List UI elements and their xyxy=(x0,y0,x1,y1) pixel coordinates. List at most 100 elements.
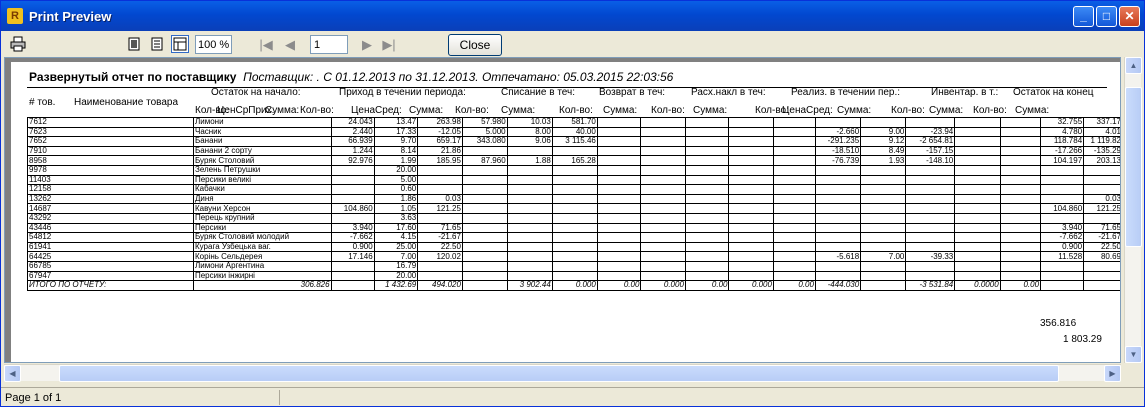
table-cell: -3 531.84 xyxy=(905,280,956,291)
table-cell xyxy=(954,126,1001,138)
table-cell xyxy=(860,184,907,195)
table-cell xyxy=(551,241,598,253)
table-cell: 121.25 xyxy=(417,203,463,214)
vertical-scrollbar[interactable]: ▲ ▼ xyxy=(1124,57,1142,363)
table-cell xyxy=(461,270,508,282)
table-cell: -17.266 xyxy=(1040,145,1085,157)
table-cell xyxy=(1083,260,1120,272)
sub-header: Сумма: xyxy=(929,105,964,116)
last-page-button[interactable]: ▶| xyxy=(382,35,396,54)
table-cell xyxy=(461,260,508,272)
table-cell xyxy=(772,260,816,272)
prev-page-button[interactable]: ◀ xyxy=(284,35,296,54)
table-cell xyxy=(954,212,1001,224)
table-row: 11403 Персики великі 5.00 xyxy=(27,174,1120,186)
close-button[interactable]: Close xyxy=(448,34,502,56)
table-cell xyxy=(640,232,686,243)
report-page: Развернутый отчет по поставщику Поставщи… xyxy=(11,62,1120,362)
table-cell xyxy=(640,251,686,262)
table-cell xyxy=(999,136,1042,147)
scroll-down-button[interactable]: ▼ xyxy=(1125,346,1142,363)
table-cell: -21.67 xyxy=(417,232,463,243)
minimize-button[interactable]: _ xyxy=(1073,5,1094,27)
horizontal-scrollbar[interactable]: ◀ ▶ xyxy=(4,364,1121,382)
table-cell xyxy=(728,136,774,147)
table-cell xyxy=(814,232,862,243)
table-cell: 17.33 xyxy=(373,126,419,138)
table-cell xyxy=(684,203,730,214)
table-cell xyxy=(860,203,907,214)
table-cell: 1.86 xyxy=(373,193,419,205)
one-page-button[interactable] xyxy=(125,35,143,53)
print-button[interactable] xyxy=(9,35,27,53)
preview-viewport[interactable]: Развернутый отчет по поставщику Поставщи… xyxy=(4,57,1121,363)
table-cell: Буряк Столовий xyxy=(192,155,332,166)
table-cell: -76.739 xyxy=(814,155,862,166)
table-cell xyxy=(684,174,730,186)
table-cell xyxy=(461,203,508,214)
title-bar[interactable]: R Print Preview _ □ ✕ xyxy=(1,1,1144,31)
table-cell: 0.900 xyxy=(1040,241,1085,253)
table-cell: Кабачки xyxy=(192,184,332,195)
multi-page-button[interactable] xyxy=(171,35,189,53)
table-cell: 0.00 xyxy=(999,280,1042,291)
scroll-right-button[interactable]: ▶ xyxy=(1104,365,1121,382)
table-cell xyxy=(1040,212,1085,224)
scroll-left-button[interactable]: ◀ xyxy=(4,365,21,382)
total-row: ИТОГО ПО ОТЧЕТУ: 306.826 1 432.69 494.020 3 … xyxy=(27,280,1120,291)
table-cell xyxy=(640,203,686,214)
table-cell xyxy=(596,117,642,128)
table-cell: Зелень Петрушки xyxy=(192,164,332,176)
table-cell xyxy=(596,203,642,214)
table-cell xyxy=(905,241,956,253)
sub-header: Сумма: xyxy=(409,105,444,116)
table-cell xyxy=(728,260,774,272)
table-cell: 54812 xyxy=(27,232,194,243)
table-row: 9978 Зелень Петрушки 20.00 xyxy=(27,164,1120,176)
table-cell xyxy=(684,222,730,234)
table-cell xyxy=(954,241,1001,253)
status-divider xyxy=(279,390,280,405)
page-width-button[interactable] xyxy=(148,35,166,53)
table-cell xyxy=(506,260,553,272)
table-cell: 9.06 xyxy=(506,136,553,147)
vertical-scroll-thumb[interactable] xyxy=(1125,87,1142,247)
scroll-up-button[interactable]: ▲ xyxy=(1125,57,1142,74)
next-page-button[interactable]: ▶ xyxy=(361,35,373,54)
table-cell: 3.940 xyxy=(330,222,375,234)
close-window-button[interactable]: ✕ xyxy=(1119,5,1140,27)
table-cell xyxy=(461,164,508,176)
table-cell: Курага Узбецька ваг. xyxy=(192,241,332,253)
first-page-button[interactable]: |◀ xyxy=(259,35,273,54)
sub-header: Сумма: xyxy=(603,105,638,116)
table-cell xyxy=(999,260,1042,272)
table-cell xyxy=(999,251,1042,262)
after-sum: 1 803.29 xyxy=(1063,334,1102,345)
table-cell xyxy=(506,251,553,262)
table-cell: 12158 xyxy=(27,184,194,195)
horizontal-scroll-thumb[interactable] xyxy=(59,365,1059,382)
table-cell xyxy=(999,155,1042,166)
table-cell xyxy=(954,232,1001,243)
table-cell xyxy=(506,222,553,234)
table-cell: -291.235 xyxy=(814,136,862,147)
table-cell: 0.0000 xyxy=(954,280,1001,291)
maximize-button[interactable]: □ xyxy=(1096,5,1117,27)
table-cell xyxy=(684,184,730,195)
table-cell xyxy=(905,270,956,282)
table-row: 7623 Часник 2.440 17.33 -12.05 5.000 8.00 40.00… xyxy=(27,126,1120,138)
table-cell: 32.755 xyxy=(1040,117,1085,128)
table-cell xyxy=(1040,193,1085,205)
table-cell: 8.00 xyxy=(506,126,553,138)
table-cell: 8958 xyxy=(27,155,194,166)
table-cell xyxy=(684,164,730,176)
table-cell xyxy=(954,184,1001,195)
table-cell: 1.88 xyxy=(506,155,553,166)
zoom-field[interactable]: 100 % xyxy=(195,35,232,54)
page-number-field[interactable]: 1 xyxy=(310,35,348,54)
table-cell: 0.03 xyxy=(1083,193,1120,205)
one-page-icon xyxy=(128,37,140,51)
table-cell: 7.00 xyxy=(860,251,907,262)
table-cell xyxy=(684,145,730,157)
table-cell xyxy=(596,164,642,176)
